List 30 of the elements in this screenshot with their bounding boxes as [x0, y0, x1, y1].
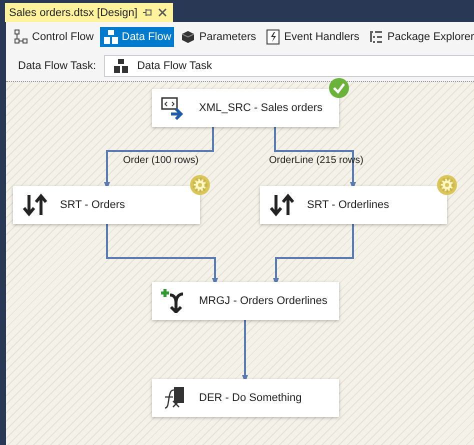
- flow-diagram-icon: [13, 29, 29, 45]
- designer-tab[interactable]: Parameters: [177, 27, 260, 47]
- document-tab[interactable]: Sales orders.dtsx [Design]: [5, 3, 174, 22]
- task-label: Data Flow Task:: [18, 60, 96, 72]
- component-name: DER - Do Something: [199, 392, 302, 404]
- close-icon[interactable]: [158, 8, 168, 17]
- designer-tab[interactable]: Control Flow: [10, 27, 97, 47]
- document-title: Sales orders.dtsx [Design]: [9, 6, 138, 18]
- lightning-page-icon: [265, 29, 282, 45]
- sort-arrows-icon: [22, 193, 48, 217]
- task-dropdown[interactable]: Data Flow Task: [104, 55, 474, 77]
- designer-tab[interactable]: Package Explorer: [365, 27, 474, 47]
- designer-tab[interactable]: Data Flow: [100, 27, 174, 47]
- package-icon: [180, 29, 196, 45]
- designer-tab[interactable]: Event Handlers: [262, 27, 362, 47]
- component-node[interactable]: XML_SRC - Sales orders: [152, 89, 339, 127]
- component-name: XML_SRC - Sales orders: [199, 102, 322, 114]
- sort-arrows-icon: [269, 193, 295, 217]
- path-label: Order (100 rows): [123, 155, 199, 166]
- component-node[interactable]: DER - Do Something: [152, 379, 339, 417]
- component-node[interactable]: SRT - Orderlines: [260, 186, 447, 224]
- component-name: SRT - Orders: [60, 199, 125, 211]
- component-node[interactable]: SRT - Orders: [13, 186, 200, 224]
- pin-icon[interactable]: [143, 8, 152, 17]
- data-flow-icon: [113, 59, 130, 73]
- component-name: MRGJ - Orders Orderlines: [199, 295, 328, 307]
- data-flow-icon: [102, 29, 119, 45]
- component-node[interactable]: MRGJ - Orders Orderlines: [152, 282, 339, 320]
- tree-list-icon: [368, 29, 384, 45]
- component-name: SRT - Orderlines: [307, 199, 390, 211]
